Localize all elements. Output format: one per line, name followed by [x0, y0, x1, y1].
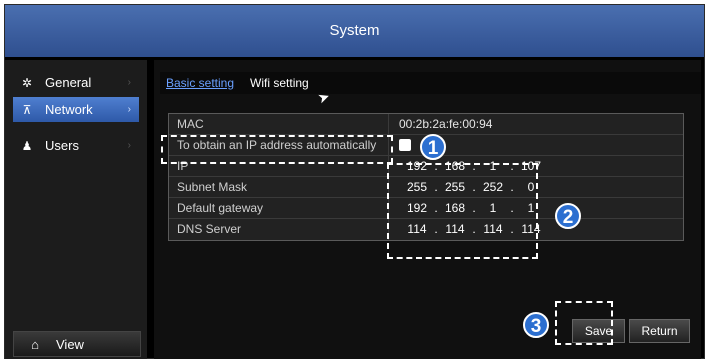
view-button-label: View: [56, 336, 84, 352]
table-row: MAC 00:2b:2a:fe:00:94: [169, 114, 683, 135]
window-title: System: [5, 5, 704, 57]
users-icon: ♟: [21, 138, 33, 153]
mac-label: MAC: [169, 114, 389, 134]
gateway-label: Default gateway: [169, 198, 389, 218]
network-icon: ⊼: [22, 102, 32, 117]
chevron-right-icon: ›: [127, 104, 131, 115]
dns-label: DNS Server: [169, 219, 389, 240]
sidebar: ✲ General › ⊼ Network › ♟ Users › ⌂ View: [5, 60, 147, 359]
step-1-badge: 1: [420, 134, 446, 160]
annotation-box-save: [555, 301, 613, 345]
tab-bar: Basic setting Wifi setting: [160, 72, 701, 94]
return-button[interactable]: Return: [629, 319, 690, 343]
view-button[interactable]: ⌂ View: [13, 331, 141, 357]
chevron-right-icon: ›: [127, 140, 131, 151]
step-2-badge: 2: [555, 203, 581, 229]
sidebar-item-general[interactable]: ✲ General ›: [13, 70, 139, 95]
annotation-box-ip-fields: [387, 163, 538, 259]
annotation-box-auto-ip: [161, 135, 393, 164]
sidebar-item-label: Users: [45, 138, 79, 153]
sidebar-item-users[interactable]: ♟ Users ›: [13, 133, 139, 158]
home-icon: ⌂: [31, 336, 39, 352]
subnet-label: Subnet Mask: [169, 177, 389, 197]
gears-icon: ✲: [21, 75, 33, 90]
sidebar-item-label: Network: [45, 102, 93, 117]
sidebar-item-network[interactable]: ⊼ Network ›: [13, 97, 139, 122]
tab-basic-setting[interactable]: Basic setting: [166, 76, 234, 90]
chevron-right-icon: ›: [127, 77, 131, 88]
step-3-badge: 3: [523, 312, 549, 338]
tab-wifi-setting[interactable]: Wifi setting: [250, 76, 309, 90]
mac-value: 00:2b:2a:fe:00:94: [399, 116, 493, 131]
sidebar-item-label: General: [45, 75, 92, 90]
auto-ip-checkbox[interactable]: [399, 139, 411, 151]
